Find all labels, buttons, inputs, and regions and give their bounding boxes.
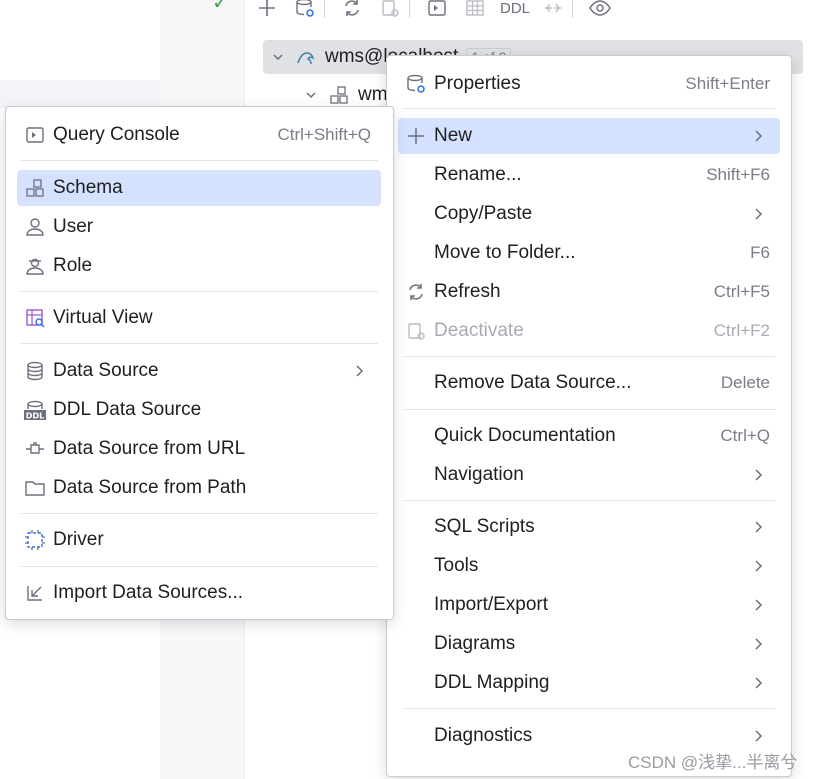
- chevron-right-icon: [748, 676, 768, 690]
- chevron-down-icon[interactable]: [271, 50, 287, 64]
- menu-item-sql-scripts[interactable]: SQL Scripts: [398, 509, 780, 545]
- submenu-item-data-source[interactable]: Data Source: [17, 353, 381, 389]
- chevron-right-icon: [748, 468, 768, 482]
- submenu-item-data-source-from-url[interactable]: Data Source from URL: [17, 431, 381, 467]
- table-icon[interactable]: [460, 0, 490, 21]
- menu-item-new[interactable]: New: [398, 118, 780, 154]
- submenu-item-import-data-sources[interactable]: Import Data Sources...: [17, 575, 381, 611]
- submenu-item-query-console[interactable]: Query Console Ctrl+Shift+Q: [17, 117, 381, 153]
- virtual-view-icon: [17, 307, 53, 329]
- left-panel-highlight: [0, 80, 160, 108]
- menu-item-import-export[interactable]: Import/Export: [398, 587, 780, 623]
- schema-icon: [17, 177, 53, 199]
- menu-item-deactivate[interactable]: Deactivate Ctrl+F2: [398, 313, 780, 349]
- menu-item-quick-documentation[interactable]: Quick Documentation Ctrl+Q: [398, 418, 780, 454]
- deactivate-icon[interactable]: [375, 0, 405, 21]
- check-icon: ✓: [212, 0, 229, 14]
- menu-item-properties[interactable]: Properties Shift+Enter: [398, 66, 780, 102]
- plus-icon: [398, 126, 434, 146]
- new-submenu: Query Console Ctrl+Shift+Q Schema User R…: [5, 106, 394, 620]
- plug-icon: [17, 438, 53, 460]
- schema-icon: [328, 84, 350, 106]
- menu-separator: [20, 291, 378, 292]
- chevron-right-icon: [349, 364, 369, 378]
- menu-separator: [403, 356, 775, 357]
- eye-icon[interactable]: [585, 0, 615, 21]
- query-console-icon[interactable]: [422, 0, 452, 21]
- toolbar-separator: [409, 0, 410, 18]
- chevron-right-icon: [748, 598, 768, 612]
- add-icon[interactable]: [252, 0, 282, 21]
- toolbar-separator: [572, 0, 574, 18]
- menu-item-tools[interactable]: Tools: [398, 548, 780, 584]
- driver-icon: [17, 529, 53, 551]
- menu-separator: [403, 500, 775, 501]
- user-icon: [17, 216, 53, 238]
- chevron-right-icon: [748, 729, 768, 743]
- import-icon: [17, 582, 53, 604]
- ddl-data-source-icon: DDL: [17, 399, 53, 421]
- menu-separator: [20, 566, 378, 567]
- menu-separator: [403, 108, 775, 109]
- deactivate-icon: [398, 320, 434, 342]
- menu-separator: [20, 343, 378, 344]
- refresh-icon[interactable]: [337, 0, 367, 21]
- svg-text:DDL: DDL: [26, 412, 44, 421]
- mysql-icon: [295, 46, 317, 68]
- database-toolbar: DDL: [244, 0, 834, 30]
- chevron-right-icon: [748, 520, 768, 534]
- menu-item-navigation[interactable]: Navigation: [398, 457, 780, 493]
- chevron-down-icon[interactable]: [304, 88, 320, 102]
- menu-item-ddl-mapping[interactable]: DDL Mapping: [398, 665, 780, 701]
- chevron-right-icon: [748, 129, 768, 143]
- submenu-item-schema[interactable]: Schema: [17, 170, 381, 206]
- refresh-icon: [398, 281, 434, 303]
- ddl-button[interactable]: DDL: [500, 0, 530, 17]
- database-icon: [17, 360, 53, 382]
- submenu-item-ddl-data-source[interactable]: DDL DDL Data Source: [17, 392, 381, 428]
- chevron-right-icon: [748, 559, 768, 573]
- submenu-item-user[interactable]: User: [17, 209, 381, 245]
- data-source-properties-icon[interactable]: [290, 0, 320, 21]
- chevron-right-icon: [748, 637, 768, 651]
- role-icon: [17, 255, 53, 277]
- menu-separator: [20, 513, 378, 514]
- chevron-right-icon: [748, 207, 768, 221]
- menu-item-move-to-folder[interactable]: Move to Folder... F6: [398, 235, 780, 271]
- submenu-item-driver[interactable]: Driver: [17, 522, 381, 558]
- folder-icon: [17, 477, 53, 499]
- data-source-properties-icon: [398, 73, 434, 95]
- toolbar-separator: [324, 0, 325, 18]
- menu-item-refresh[interactable]: Refresh Ctrl+F5: [398, 274, 780, 310]
- menu-separator: [403, 409, 775, 410]
- submenu-item-role[interactable]: Role: [17, 248, 381, 284]
- menu-item-copy-paste[interactable]: Copy/Paste: [398, 196, 780, 232]
- menu-separator: [20, 160, 378, 161]
- compare-icon[interactable]: [538, 0, 568, 21]
- submenu-item-virtual-view[interactable]: Virtual View: [17, 300, 381, 336]
- menu-item-rename[interactable]: Rename... Shift+F6: [398, 157, 780, 193]
- watermark: CSDN @浅挚...半离兮: [628, 753, 798, 772]
- data-source-context-menu: Properties Shift+Enter New Rename... Shi…: [386, 55, 792, 777]
- menu-item-diagrams[interactable]: Diagrams: [398, 626, 780, 662]
- submenu-item-data-source-from-path[interactable]: Data Source from Path: [17, 470, 381, 506]
- menu-item-remove-data-source[interactable]: Remove Data Source... Delete: [398, 365, 780, 401]
- menu-separator: [403, 708, 775, 709]
- query-console-icon: [17, 124, 53, 146]
